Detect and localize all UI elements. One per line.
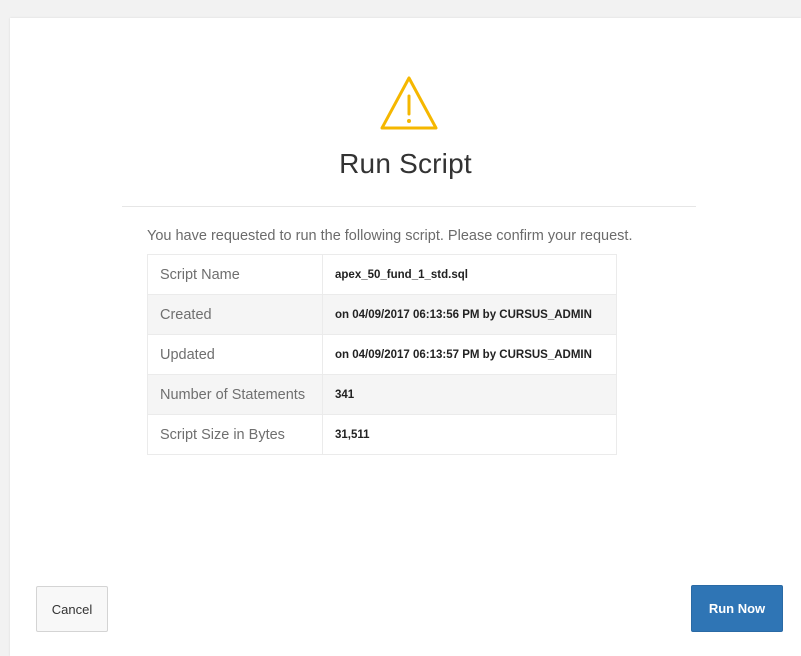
table-row: Created on 04/09/2017 06:13:56 PM by CUR… [147,294,617,335]
detail-value: apex_50_fund_1_std.sql [322,254,617,295]
cancel-button[interactable]: Cancel [36,586,108,632]
detail-value: on 04/09/2017 06:13:56 PM by CURSUS_ADMI… [322,294,617,335]
detail-label: Created [147,294,323,335]
divider [122,206,696,207]
warning-triangle-icon [380,76,438,130]
detail-value: 31,511 [322,414,617,455]
detail-label: Updated [147,334,323,375]
table-row: Script Name apex_50_fund_1_std.sql [147,254,617,295]
run-now-button[interactable]: Run Now [691,585,783,632]
detail-label: Script Size in Bytes [147,414,323,455]
detail-value: 341 [322,374,617,415]
dialog-title: Run Script [339,148,472,179]
table-row: Number of Statements 341 [147,374,617,415]
table-row: Script Size in Bytes 31,511 [147,414,617,455]
table-row: Updated on 04/09/2017 06:13:57 PM by CUR… [147,334,617,375]
detail-label: Number of Statements [147,374,323,415]
detail-value: on 04/09/2017 06:13:57 PM by CURSUS_ADMI… [322,334,617,375]
run-script-dialog: Run Script You have requested to run the… [10,18,801,656]
confirmation-message: You have requested to run the following … [147,228,633,244]
script-details-table: Script Name apex_50_fund_1_std.sql Creat… [147,254,617,455]
detail-label: Script Name [147,254,323,295]
